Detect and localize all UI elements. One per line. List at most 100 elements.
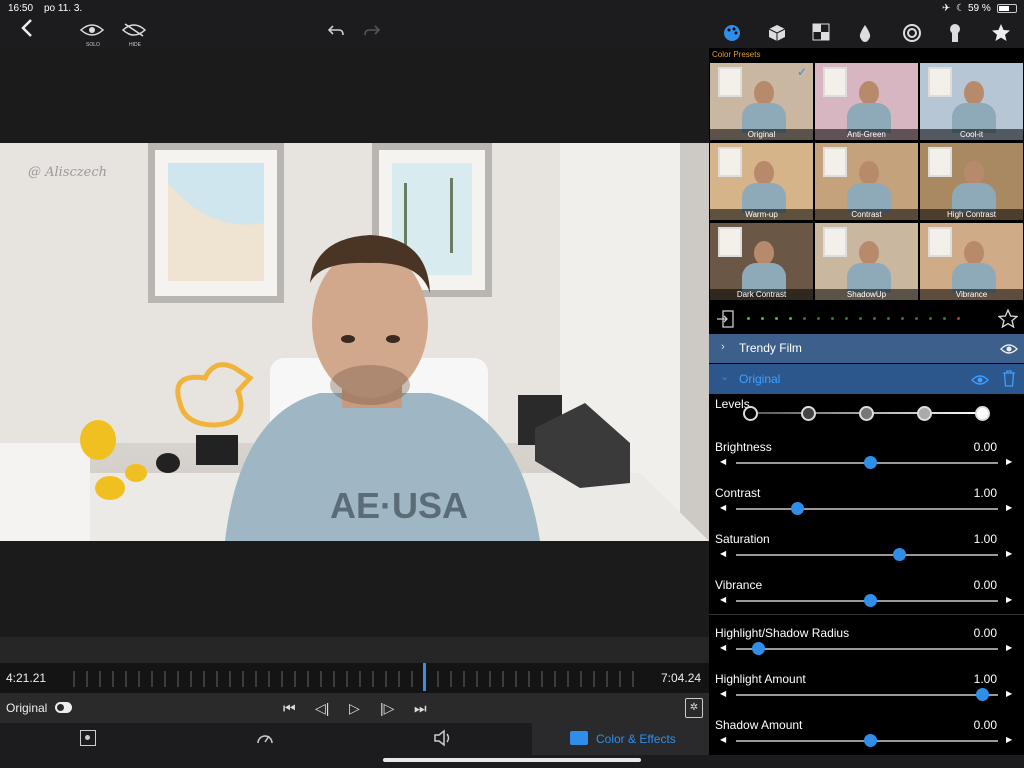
slider-increment-icon[interactable]: ▶	[1006, 689, 1012, 698]
slider-knob[interactable]	[790, 502, 804, 515]
undo-icon[interactable]	[327, 23, 345, 44]
slider-decrement-icon[interactable]: ◀	[720, 595, 726, 604]
preset-name: ShadowUp	[815, 289, 918, 300]
preset-name-label: Original	[6, 701, 48, 715]
preset-thumbnail[interactable]: Contrast	[815, 143, 918, 220]
crop-icon[interactable]	[80, 730, 96, 746]
video-frame-image: AE·USA	[0, 143, 709, 541]
slider-track[interactable]	[736, 508, 998, 510]
slider-label: Contrast	[715, 486, 761, 500]
svg-text:AE·USA: AE·USA	[330, 485, 468, 526]
preset-thumbnail[interactable]: ShadowUp	[815, 223, 918, 300]
slider-label: Vibrance	[715, 578, 763, 592]
slider-decrement-icon[interactable]: ◀	[720, 549, 726, 558]
skip-end-icon[interactable]: ⏭	[414, 700, 427, 717]
eye-icon[interactable]	[1000, 342, 1018, 360]
slider-increment-icon[interactable]: ▶	[1006, 595, 1012, 604]
play-icon[interactable]: ▷	[349, 700, 360, 717]
speed-icon[interactable]	[256, 730, 274, 751]
pattern-icon[interactable]	[812, 23, 830, 46]
battery-percent: 59 %	[968, 3, 991, 14]
compare-toggle[interactable]	[55, 702, 72, 713]
slider-increment-icon[interactable]: ▶	[1006, 643, 1012, 652]
volume-icon[interactable]	[433, 729, 453, 752]
page-dot	[789, 317, 792, 320]
thumb-face	[964, 241, 984, 265]
preset-thumbnail[interactable]: Original ✓	[710, 63, 813, 140]
filter-row-trendy-film[interactable]: › Trendy Film	[709, 334, 1024, 363]
page-dot	[775, 317, 778, 320]
page-dot	[943, 317, 946, 320]
slider-increment-icon[interactable]: ▶	[1006, 503, 1012, 512]
slider-track[interactable]	[736, 554, 998, 556]
spiral-icon[interactable]	[902, 23, 922, 48]
skip-start-icon[interactable]: ⏮	[283, 700, 296, 717]
preset-thumbnail[interactable]: Warm-up	[710, 143, 813, 220]
preset-thumbnail[interactable]: High Contrast	[920, 143, 1023, 220]
video-letterbox-bottom	[0, 541, 709, 637]
thumb-face	[754, 241, 774, 265]
page-dot	[957, 317, 960, 320]
levels-knob[interactable]	[859, 406, 874, 421]
solo-eye-button[interactable]: SOLO	[79, 23, 106, 48]
page-dot	[929, 317, 932, 320]
redo-icon[interactable]	[363, 23, 381, 44]
preset-name: Cool-it	[920, 129, 1023, 140]
page-dot	[859, 317, 862, 320]
chevron-down-icon: ⌄	[720, 371, 730, 383]
levels-knob[interactable]	[975, 406, 990, 421]
slider-knob[interactable]	[864, 594, 877, 607]
levels-knob[interactable]	[743, 406, 758, 421]
trash-icon[interactable]	[1002, 370, 1016, 392]
slider-increment-icon[interactable]: ▶	[1006, 457, 1012, 466]
slider-knob[interactable]	[751, 642, 765, 655]
eye-icon-active[interactable]	[971, 373, 989, 391]
home-indicator	[383, 758, 641, 762]
video-preview[interactable]: AE·USA @ Alisczech	[0, 143, 709, 541]
playhead[interactable]	[423, 663, 426, 691]
page-dot	[901, 317, 904, 320]
levels-knob[interactable]	[801, 406, 816, 421]
thumb-face	[964, 81, 984, 105]
chevron-left-icon[interactable]	[16, 18, 38, 46]
preset-thumbnail[interactable]: Dark Contrast	[710, 223, 813, 300]
current-time: 4:21.21	[6, 671, 47, 685]
preset-thumbnail[interactable]: Vibrance	[920, 223, 1023, 300]
battery-icon	[997, 4, 1017, 13]
keyhole-icon[interactable]	[947, 23, 963, 48]
clipboard-icon[interactable]: ✲	[685, 698, 703, 718]
step-forward-icon[interactable]: |▷	[380, 700, 394, 717]
slider-decrement-icon[interactable]: ◀	[720, 689, 726, 698]
moon-icon: ☾	[956, 3, 965, 14]
divider	[709, 614, 1024, 615]
slider-decrement-icon[interactable]: ◀	[720, 457, 726, 466]
slider-decrement-icon[interactable]: ◀	[720, 643, 726, 652]
step-back-icon[interactable]: ◁|	[315, 700, 329, 717]
slider-track[interactable]	[736, 694, 998, 696]
timeline-ticks	[73, 671, 634, 687]
thumb-face	[754, 81, 774, 105]
preset-name: Contrast	[815, 209, 918, 220]
slider-increment-icon[interactable]: ▶	[1006, 735, 1012, 744]
star-icon[interactable]	[991, 23, 1011, 48]
favorite-star-icon[interactable]	[997, 308, 1019, 333]
preset-thumbnail[interactable]: Anti-Green	[815, 63, 918, 140]
filter-row-original[interactable]: ⌄ Original	[709, 364, 1024, 394]
import-icon[interactable]	[716, 310, 734, 333]
slider-track[interactable]	[736, 648, 998, 650]
cube-icon[interactable]	[767, 23, 787, 48]
slider-value: 0.00	[973, 578, 997, 592]
slider-decrement-icon[interactable]: ◀	[720, 503, 726, 512]
levels-knob[interactable]	[917, 406, 932, 421]
hide-eye-button[interactable]: HIDE	[121, 23, 148, 48]
slider-increment-icon[interactable]: ▶	[1006, 549, 1012, 558]
preset-thumbnail[interactable]: Cool-it	[920, 63, 1023, 140]
slider-value: 1.00	[973, 486, 997, 500]
slider-knob[interactable]	[864, 734, 877, 747]
slider-decrement-icon[interactable]: ◀	[720, 735, 726, 744]
drop-icon[interactable]	[858, 23, 872, 48]
slider-knob[interactable]	[864, 456, 877, 469]
palette-icon[interactable]	[722, 23, 742, 48]
preset-name: Dark Contrast	[710, 289, 813, 300]
tab-color-effects[interactable]: Color & Effects	[532, 723, 709, 755]
